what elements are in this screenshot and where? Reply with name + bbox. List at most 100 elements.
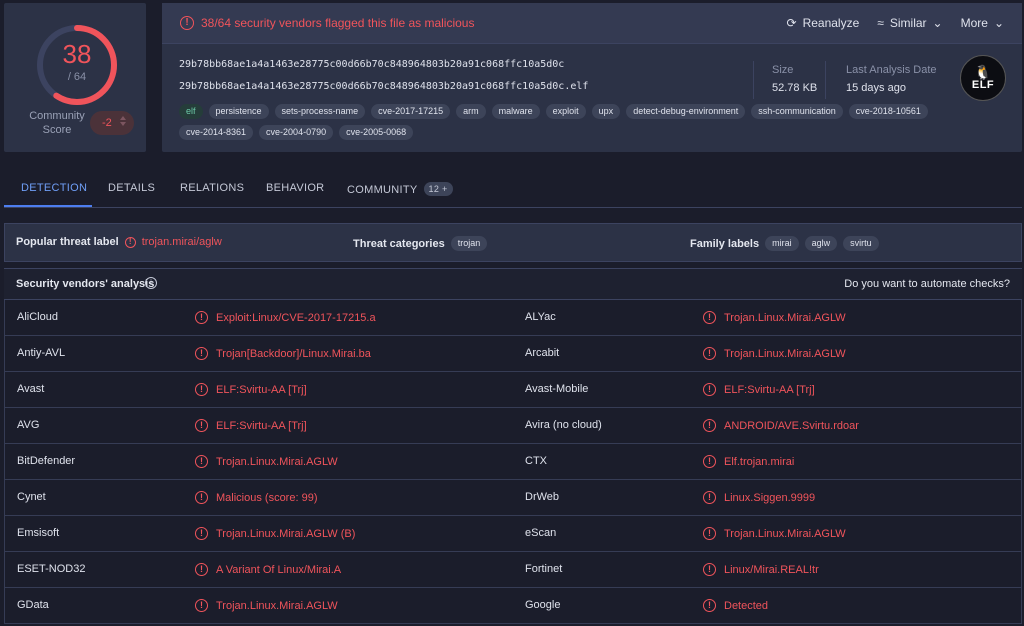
alert-icon: ! bbox=[703, 599, 716, 612]
file-tag[interactable]: detect-debug-environment bbox=[626, 104, 746, 119]
vendor-name: Arcabit bbox=[525, 347, 560, 359]
malicious-alert-bar: ! 38/64 security vendors flagged this fi… bbox=[162, 3, 1022, 44]
similar-button[interactable]: ≈ Similar ⌄ bbox=[877, 16, 942, 30]
vendor-result: ! Trojan[Backdoor]/Linux.Mirai.ba bbox=[195, 347, 371, 360]
vendor-result: ! Linux.Siggen.9999 bbox=[703, 491, 815, 504]
alert-icon: ! bbox=[703, 419, 716, 432]
automate-checks-link[interactable]: Do you want to automate checks? bbox=[844, 278, 1010, 290]
vendor-name: BitDefender bbox=[17, 455, 76, 467]
vendor-row: Antiy-AVL! Trojan[Backdoor]/Linux.Mirai.b… bbox=[4, 336, 1022, 372]
alert-icon: ! bbox=[195, 347, 208, 360]
vendor-name: Avast bbox=[17, 383, 45, 395]
info-icon[interactable]: i bbox=[145, 277, 157, 289]
alert-icon: ! bbox=[124, 236, 136, 248]
alert-icon: ! bbox=[703, 563, 716, 576]
file-tag[interactable]: cve-2004-0790 bbox=[259, 125, 334, 140]
alert-icon: ! bbox=[703, 347, 716, 360]
vendor-row: BitDefender! Trojan.Linux.Mirai.AGLW CTX! E… bbox=[4, 444, 1022, 480]
vendor-result: ! Elf.trojan.mirai bbox=[703, 455, 794, 468]
linux-penguin-icon: 🐧 bbox=[974, 64, 992, 80]
vendors-table: AliCloud! Exploit:Linux/CVE-2017-17215.a A… bbox=[4, 300, 1022, 624]
tab-relations[interactable]: RELATIONS bbox=[180, 182, 244, 194]
tab-bar: DETECTION DETAILS RELATIONS BEHAVIOR COM… bbox=[4, 172, 1022, 208]
more-button[interactable]: More ⌄ bbox=[961, 16, 1004, 30]
vendor-result-text: Trojan.Linux.Mirai.AGLW (B) bbox=[216, 527, 356, 540]
family-labels-heading: Family labels bbox=[690, 237, 760, 250]
file-tag[interactable]: sets-process-name bbox=[274, 104, 366, 119]
vendor-result-text: ANDROID/AVE.Svirtu.rdoar bbox=[724, 419, 859, 432]
file-size-value: 52.78 KB bbox=[772, 82, 818, 94]
threat-category-pill[interactable]: trojan bbox=[450, 236, 488, 251]
file-tag[interactable]: cve-2005-0068 bbox=[339, 125, 414, 140]
vote-arrows-icon[interactable] bbox=[120, 116, 126, 126]
alert-icon: ! bbox=[195, 311, 208, 324]
alert-icon: ! bbox=[703, 383, 716, 396]
file-tag[interactable]: cve-2017-17215 bbox=[371, 104, 451, 119]
last-analysis-value: 15 days ago bbox=[846, 82, 906, 94]
vendor-name: AVG bbox=[17, 419, 40, 431]
family-label-pill[interactable]: svirtu bbox=[843, 236, 879, 251]
vendor-result: ! Detected bbox=[703, 599, 768, 612]
file-name[interactable]: 29b78bb68ae1a4a1463e28775c00d66b70c84896… bbox=[179, 81, 588, 92]
vendor-name: ESET-NOD32 bbox=[17, 563, 86, 575]
alert-icon: ! bbox=[180, 16, 194, 30]
vendor-result-text: Trojan.Linux.Mirai.AGLW bbox=[724, 527, 846, 540]
file-size: Size 52.78 KB bbox=[772, 64, 817, 94]
vendor-result-text: Trojan[Backdoor]/Linux.Mirai.ba bbox=[216, 347, 371, 360]
popular-threat-label: Popular threat label ! trojan.mirai/aglw bbox=[16, 236, 222, 248]
chevron-down-icon: ⌄ bbox=[932, 16, 943, 30]
alert-icon: ! bbox=[195, 527, 208, 540]
file-tag[interactable]: cve-2014-8361 bbox=[179, 125, 254, 140]
vendor-result-text: Malicious (score: 99) bbox=[216, 491, 318, 504]
file-tag[interactable]: exploit bbox=[545, 104, 586, 119]
tab-detection[interactable]: DETECTION bbox=[21, 182, 87, 194]
family-label-pill[interactable]: mirai bbox=[765, 236, 799, 251]
file-tag[interactable]: cve-2018-10561 bbox=[848, 104, 928, 119]
tab-behavior[interactable]: BEHAVIOR bbox=[266, 182, 324, 194]
file-tags: elf persistence sets-process-name cve-2017-… bbox=[179, 104, 979, 140]
vendor-name: Emsisoft bbox=[17, 527, 60, 539]
vendor-name: AliCloud bbox=[17, 311, 58, 323]
vendor-result-text: A Variant Of Linux/Mirai.A bbox=[216, 563, 342, 576]
popular-threat-heading: Popular threat label bbox=[16, 236, 119, 248]
community-score-vote[interactable]: -2 bbox=[90, 111, 134, 135]
file-tag[interactable]: arm bbox=[456, 104, 486, 119]
vendors-title: Security vendors' analysis bbox=[16, 278, 155, 290]
vendor-row: Avast! ELF:Svirtu-AA [Trj] Avast-Mobile! EL… bbox=[4, 372, 1022, 408]
alert-icon: ! bbox=[195, 383, 208, 396]
threat-categories: Threat categories trojan bbox=[353, 236, 488, 251]
vendor-name: Avast-Mobile bbox=[525, 383, 589, 395]
vendor-result-text: Detected bbox=[724, 599, 769, 612]
file-tag[interactable]: elf bbox=[179, 104, 203, 119]
vendor-row: GData! Trojan.Linux.Mirai.AGLW Google! Dete… bbox=[4, 588, 1022, 624]
file-hash[interactable]: 29b78bb68ae1a4a1463e28775c00d66b70c84896… bbox=[179, 59, 564, 70]
vendor-name: Cynet bbox=[17, 491, 46, 503]
alert-icon: ! bbox=[195, 599, 208, 612]
alert-icon: ! bbox=[703, 527, 716, 540]
vendor-result: ! Trojan.Linux.Mirai.AGLW bbox=[195, 599, 338, 612]
tab-community[interactable]: COMMUNITY 12 + bbox=[347, 182, 453, 196]
divider bbox=[753, 61, 754, 99]
vendor-row: AliCloud! Exploit:Linux/CVE-2017-17215.a A… bbox=[4, 300, 1022, 336]
file-tag[interactable]: malware bbox=[491, 104, 540, 119]
detection-score-card: 38 / 64 Community Score -2 bbox=[4, 3, 146, 152]
file-tag[interactable]: ssh-communication bbox=[751, 104, 843, 119]
file-tag[interactable]: persistence bbox=[208, 104, 269, 119]
tab-details[interactable]: DETAILS bbox=[108, 182, 155, 194]
vendor-result-text: Trojan.Linux.Mirai.AGLW bbox=[216, 455, 338, 468]
family-label-pill[interactable]: aglw bbox=[804, 236, 838, 251]
divider bbox=[825, 61, 826, 99]
vendor-name: Antiy-AVL bbox=[17, 347, 66, 359]
chevron-down-icon: ⌄ bbox=[993, 16, 1004, 30]
file-tag[interactable]: upx bbox=[591, 104, 621, 119]
community-score-value: -2 bbox=[102, 117, 112, 129]
vendor-result-text: Trojan.Linux.Mirai.AGLW bbox=[216, 599, 338, 612]
alert-icon: ! bbox=[195, 563, 208, 576]
vendor-row: ESET-NOD32! A Variant Of Linux/Mirai.A For… bbox=[4, 552, 1022, 588]
reanalyze-button[interactable]: ⟳ Reanalyze bbox=[787, 16, 860, 30]
vendor-result-text: Exploit:Linux/CVE-2017-17215.a bbox=[216, 311, 376, 324]
threat-categories-heading: Threat categories bbox=[353, 237, 445, 250]
detection-total: / 64 bbox=[67, 71, 87, 83]
popular-threat-value[interactable]: trojan.mirai/aglw bbox=[142, 236, 222, 248]
similar-icon: ≈ bbox=[877, 16, 884, 30]
